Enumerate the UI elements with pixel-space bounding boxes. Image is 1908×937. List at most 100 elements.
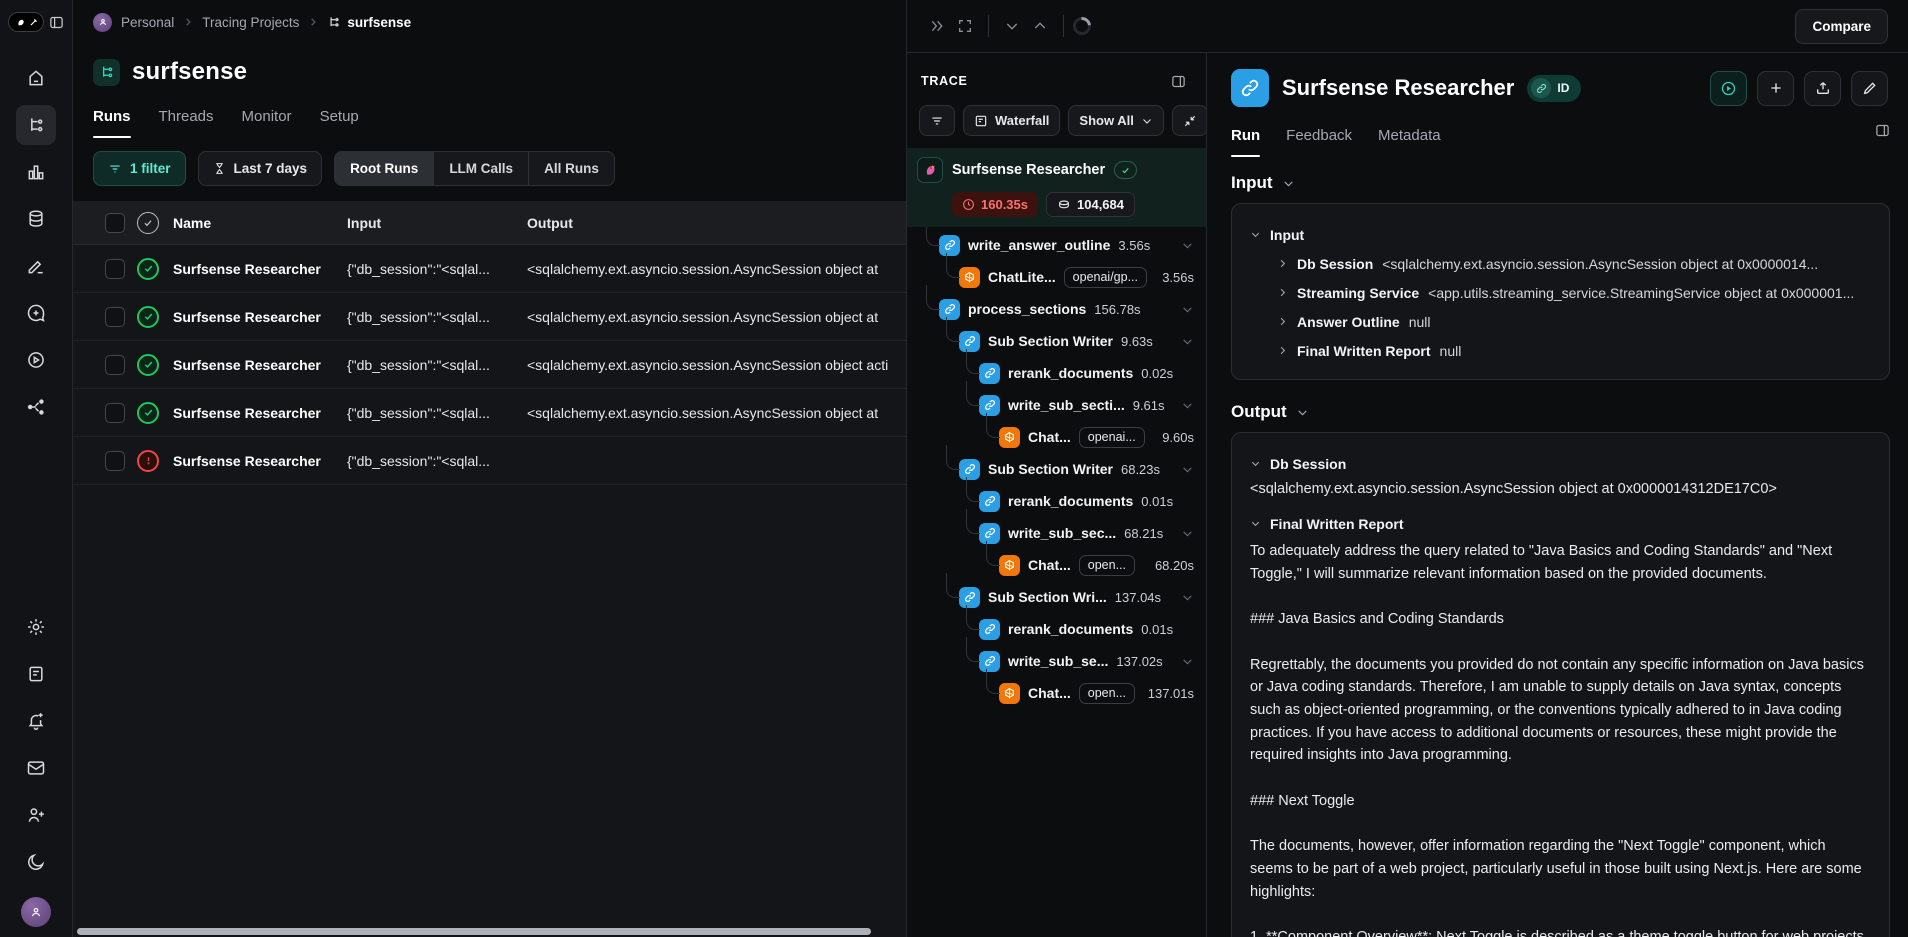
collapse-sidebar-icon[interactable] (49, 15, 64, 30)
add-to-dataset-button[interactable] (1757, 71, 1794, 106)
filter-bar: 1 filter Last 7 days Root RunsLLM CallsA… (73, 138, 906, 201)
tab-threads[interactable]: Threads (159, 108, 214, 138)
sidebar-item-dark-mode-icon[interactable] (16, 842, 56, 882)
tab-monitor[interactable]: Monitor (242, 108, 292, 138)
input-section-header[interactable]: Input (1231, 173, 1890, 193)
row-checkbox[interactable] (105, 259, 125, 279)
breadcrumb-personal[interactable]: Personal (121, 15, 174, 30)
show-all-dropdown[interactable]: Show All (1068, 105, 1163, 136)
output-section-header[interactable]: Output (1231, 402, 1890, 422)
input-field-row[interactable]: Db Session<sqlalchemy.ext.asyncio.sessio… (1277, 249, 1871, 278)
detail-tab-feedback[interactable]: Feedback (1286, 127, 1352, 157)
sidebar-item-settings-icon[interactable] (16, 607, 56, 647)
sidebar-item-annotation-queues-icon[interactable] (16, 246, 56, 286)
row-checkbox[interactable] (105, 355, 125, 375)
trace-node[interactable]: Sub Section Writer68.23s (907, 453, 1206, 485)
chevron-down-icon[interactable] (1181, 655, 1194, 668)
trace-node-duration: 0.02s (1141, 366, 1173, 381)
next-run-chevron-up-icon[interactable] (1026, 12, 1054, 40)
chevron-down-icon[interactable] (1181, 463, 1194, 476)
input-root-row[interactable]: Input (1250, 220, 1871, 249)
sidebar-item-docs-icon[interactable] (16, 654, 56, 694)
row-checkbox[interactable] (105, 403, 125, 423)
segment-llm-calls[interactable]: LLM Calls (433, 152, 528, 185)
tab-setup[interactable]: Setup (320, 108, 359, 138)
chevron-down-icon (1141, 115, 1153, 127)
table-row[interactable]: Surfsense Researcher{"db_session":"<sqla… (73, 341, 906, 389)
sidebar-item-notifications-icon[interactable] (16, 701, 56, 741)
input-field-row[interactable]: Answer Outlinenull (1277, 307, 1871, 336)
column-name[interactable]: Name (171, 215, 347, 231)
trace-node[interactable]: rerank_documents0.01s (907, 613, 1206, 645)
input-field-row[interactable]: Streaming Service<app.utils.streaming_se… (1277, 278, 1871, 307)
trace-node[interactable]: rerank_documents0.02s (907, 357, 1206, 389)
breadcrumb-current[interactable]: surfsense (327, 15, 411, 30)
compare-button[interactable]: Compare (1795, 9, 1888, 44)
trace-node-name: Chat... (1028, 685, 1071, 701)
date-range-button[interactable]: Last 7 days (198, 151, 323, 186)
segment-root-runs[interactable]: Root Runs (335, 152, 433, 185)
table-row[interactable]: Surfsense Researcher{"db_session":"<sqla… (73, 437, 906, 485)
row-checkbox[interactable] (105, 307, 125, 327)
share-button[interactable] (1804, 71, 1841, 106)
sidebar-item-monitoring-icon[interactable] (16, 152, 56, 192)
prev-run-chevron-down-icon[interactable] (998, 12, 1026, 40)
chevron-down-icon[interactable] (1181, 591, 1194, 604)
chevron-down-icon[interactable] (1181, 527, 1194, 540)
fullscreen-icon[interactable] (951, 12, 979, 40)
output-final-report-row[interactable]: Final Written Report (1250, 509, 1871, 538)
waterfall-button[interactable]: Waterfall (963, 105, 1060, 136)
sidebar-item-deployments-icon[interactable] (16, 387, 56, 427)
run-input-cell: {"db_session":"<sqlal... (347, 261, 527, 277)
column-input[interactable]: Input (347, 215, 527, 231)
sidebar-item-playground-icon[interactable] (16, 340, 56, 380)
sidebar-item-tracing-projects-icon[interactable] (16, 105, 56, 145)
filter-count-button[interactable]: 1 filter (93, 151, 186, 186)
row-checkbox[interactable] (105, 451, 125, 471)
table-row[interactable]: Surfsense Researcher{"db_session":"<sqla… (73, 389, 906, 437)
chevron-down-icon[interactable] (1181, 303, 1194, 316)
trace-node[interactable]: write_sub_se...137.02s (907, 645, 1206, 677)
trace-node[interactable]: write_sub_sec...68.21s (907, 517, 1206, 549)
trace-node[interactable]: Chat...open...137.01s (907, 677, 1206, 709)
split-view-icon[interactable] (1164, 67, 1192, 95)
trace-node[interactable]: rerank_documents0.01s (907, 485, 1206, 517)
trace-node[interactable]: write_sub_secti...9.61s (907, 389, 1206, 421)
column-output[interactable]: Output (527, 215, 906, 231)
detail-tab-run[interactable]: Run (1231, 127, 1260, 157)
table-row[interactable]: Surfsense Researcher{"db_session":"<sqla… (73, 293, 906, 341)
trace-root-node[interactable]: Surfsense Researcher 160.35s 104,684 (907, 148, 1206, 227)
graph-node-icon (979, 363, 1000, 384)
trace-node[interactable]: ChatLite...openai/gp...3.56s (907, 261, 1206, 293)
trace-filter-button[interactable] (919, 105, 955, 136)
user-avatar[interactable] (21, 897, 51, 927)
langsmith-logo[interactable] (8, 12, 44, 32)
table-header: Name Input Output (73, 201, 906, 245)
trace-node[interactable]: Sub Section Writer9.63s (907, 325, 1206, 357)
segment-all-runs[interactable]: All Runs (528, 152, 614, 185)
chevron-down-icon[interactable] (1181, 399, 1194, 412)
trace-node[interactable]: Sub Section Wri...137.04s (907, 581, 1206, 613)
panel-layout-icon[interactable] (1875, 123, 1890, 143)
input-field-row[interactable]: Final Written Reportnull (1277, 336, 1871, 365)
table-row[interactable]: Surfsense Researcher{"db_session":"<sqla… (73, 245, 906, 293)
open-in-playground-button[interactable] (1710, 71, 1747, 106)
horizontal-scrollbar[interactable] (77, 928, 871, 935)
chevron-down-icon[interactable] (1181, 239, 1194, 252)
annotate-button[interactable] (1851, 71, 1888, 106)
success-status-icon (137, 402, 159, 424)
sidebar-item-prompts-icon[interactable] (16, 293, 56, 333)
output-db-session-row[interactable]: Db Session (1250, 449, 1871, 478)
tab-runs[interactable]: Runs (93, 108, 131, 138)
collapse-panel-icon[interactable] (923, 12, 951, 40)
select-all-checkbox[interactable] (105, 213, 125, 233)
sidebar-item-datasets-icon[interactable] (16, 199, 56, 239)
sidebar-item-inbox-icon[interactable] (16, 748, 56, 788)
sidebar-item-home-icon[interactable] (16, 58, 56, 98)
run-id-pill[interactable]: ID (1527, 75, 1581, 102)
chevron-down-icon[interactable] (1181, 335, 1194, 348)
breadcrumb-tracing-projects[interactable]: Tracing Projects (202, 15, 299, 30)
detail-tab-metadata[interactable]: Metadata (1378, 127, 1441, 157)
collapse-all-button[interactable] (1172, 105, 1207, 136)
sidebar-item-invite-members-icon[interactable] (16, 795, 56, 835)
